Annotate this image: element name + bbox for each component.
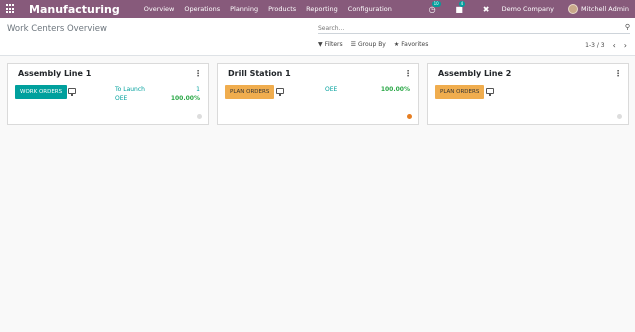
top-navbar: Manufacturing Overview Operations Planni… xyxy=(0,0,635,18)
dropdown-menu-icon[interactable]: ⋮ xyxy=(194,69,202,78)
oee-value[interactable]: 100.00% xyxy=(381,86,410,93)
menu-item-configuration[interactable]: Configuration xyxy=(348,5,392,13)
filter-icon: ▼ xyxy=(318,41,323,48)
menu-item-reporting[interactable]: Reporting xyxy=(306,5,338,13)
work-orders-button[interactable]: WORK ORDERS xyxy=(15,85,68,99)
oee-link[interactable]: OEE xyxy=(115,95,127,102)
workcenter-card: Assembly Line 1 ⋮ WORK ORDERS To Launch … xyxy=(7,63,209,125)
card-title[interactable]: Assembly Line 2 xyxy=(438,69,511,78)
messages-badge: 4 xyxy=(458,0,466,7)
plan-orders-button[interactable]: PLAN ORDERS xyxy=(435,85,485,99)
chevron-right-icon[interactable]: › xyxy=(624,41,627,50)
favorites-button[interactable]: ★ Favorites xyxy=(394,41,429,48)
to-launch-count[interactable]: 1 xyxy=(196,86,200,93)
filters-button[interactable]: ▼ Filters xyxy=(318,41,343,48)
status-dot xyxy=(617,114,622,119)
search-options: ▼ Filters ☰ Group By ★ Favorites xyxy=(318,41,436,48)
activity-badge: 10 xyxy=(431,0,441,7)
monitor-icon[interactable] xyxy=(276,88,284,96)
favorites-label: Favorites xyxy=(401,41,429,48)
workcenter-card: Drill Station 1 ⋮ PLAN ORDERS OEE 100.00… xyxy=(217,63,419,125)
to-launch-link[interactable]: To Launch xyxy=(115,86,145,93)
oee-link[interactable]: OEE xyxy=(325,86,337,93)
search-input[interactable] xyxy=(318,25,608,32)
apps-menu-icon[interactable] xyxy=(6,4,16,14)
menu-item-overview[interactable]: Overview xyxy=(144,5,175,13)
plan-orders-button[interactable]: PLAN ORDERS xyxy=(225,85,275,99)
oee-value[interactable]: 100.00% xyxy=(171,95,200,102)
status-dot xyxy=(197,114,202,119)
list-icon: ☰ xyxy=(350,41,357,48)
monitor-icon[interactable] xyxy=(486,88,494,96)
kanban-view: Assembly Line 1 ⋮ WORK ORDERS To Launch … xyxy=(7,63,635,125)
chevron-left-icon[interactable]: ‹ xyxy=(613,41,616,50)
group-by-button[interactable]: ☰ Group By xyxy=(351,41,386,48)
app-title[interactable]: Manufacturing xyxy=(29,3,120,16)
filters-label: Filters xyxy=(324,41,343,48)
pager: 1-3 / 3 ‹ › xyxy=(585,41,627,50)
menu-item-products[interactable]: Products xyxy=(268,5,296,13)
search-bar: ⚲ xyxy=(318,23,630,34)
activity-icon[interactable]: ◷ 10 xyxy=(427,0,441,15)
dropdown-menu-icon[interactable]: ⋮ xyxy=(404,69,412,78)
menu-item-planning[interactable]: Planning xyxy=(230,5,258,13)
user-menu[interactable]: Mitchell Admin xyxy=(581,5,629,13)
card-title[interactable]: Drill Station 1 xyxy=(228,69,291,78)
company-switcher[interactable]: Demo Company xyxy=(502,5,554,13)
messages-icon[interactable]: ■ 4 xyxy=(454,0,466,15)
breadcrumb: Work Centers Overview xyxy=(7,24,107,34)
monitor-icon[interactable] xyxy=(68,88,76,96)
menu-item-operations[interactable]: Operations xyxy=(184,5,220,13)
workcenter-card: Assembly Line 2 ⋮ PLAN ORDERS xyxy=(427,63,629,125)
debug-tools-icon[interactable]: ✖ xyxy=(481,4,492,15)
status-dot xyxy=(407,114,412,119)
group-by-label: Group By xyxy=(358,41,386,48)
avatar[interactable] xyxy=(567,4,578,14)
pager-value[interactable]: 1-3 / 3 xyxy=(585,42,604,49)
star-icon: ★ xyxy=(393,41,400,48)
control-panel: Work Centers Overview ⚲ ▼ Filters ☰ Grou… xyxy=(0,18,635,56)
card-title[interactable]: Assembly Line 1 xyxy=(18,69,91,78)
dropdown-menu-icon[interactable]: ⋮ xyxy=(614,69,622,78)
search-icon[interactable]: ⚲ xyxy=(625,23,630,31)
